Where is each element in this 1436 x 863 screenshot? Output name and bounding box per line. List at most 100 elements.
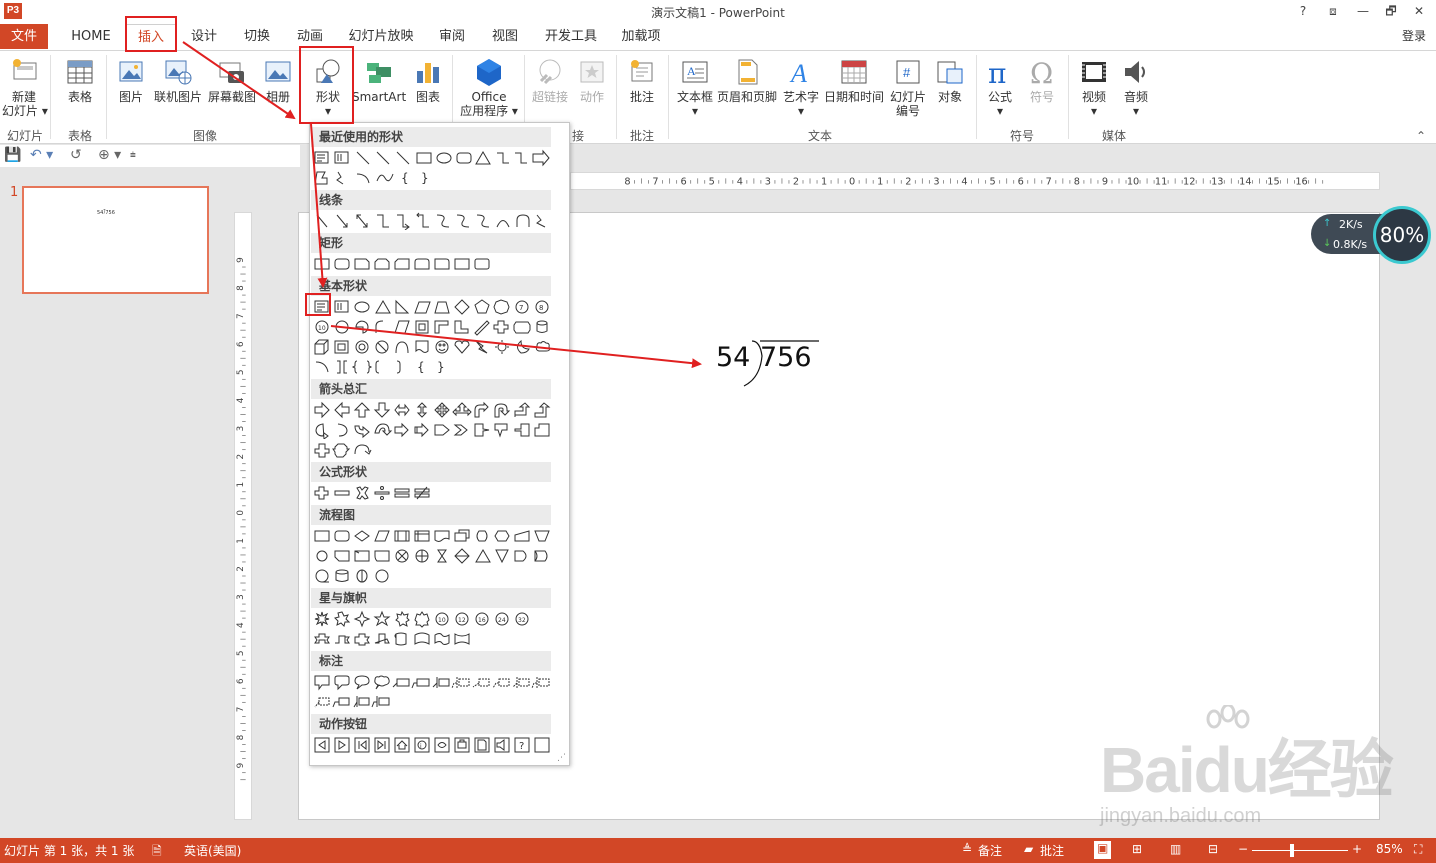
audio-button[interactable]: 音频 ▾ [1116, 55, 1156, 118]
restore-button[interactable]: 🗗 [1380, 2, 1402, 20]
svg-text:7: 7 [519, 304, 523, 312]
window-title: 演示文稿1 - PowerPoint [651, 6, 785, 20]
shape-row-basic-1[interactable]: 7 8 [313, 298, 553, 316]
shape-row-callouts-2[interactable] [313, 693, 553, 711]
shape-row-stars-1[interactable]: 10 12 16 24 32 [313, 610, 553, 628]
help-button[interactable]: ? [1292, 2, 1314, 20]
sign-in-link[interactable]: 登录 [1402, 27, 1426, 44]
vruler-label: 3 [236, 594, 246, 600]
vruler-label: 9 [236, 257, 246, 263]
fit-to-window-icon[interactable]: ⛶ [1414, 842, 1422, 857]
group-label-comments: 批注 [629, 129, 654, 143]
vruler-label: 1 [236, 482, 246, 488]
shape-row-basic-2[interactable]: 10 [313, 318, 553, 336]
vruler-label: 3 [236, 426, 246, 432]
tab-view[interactable]: 视图 [485, 24, 525, 49]
ribbon-display-options-button[interactable]: ⧈ [1322, 2, 1344, 20]
table-button[interactable]: 表格 [60, 55, 100, 104]
shape-row-basic-4[interactable]: {} [313, 358, 553, 376]
shape-row-equation[interactable] [313, 484, 553, 502]
svg-text:16: 16 [478, 617, 486, 624]
tab-slideshow[interactable]: 幻灯片放映 [344, 24, 418, 49]
tab-transitions[interactable]: 切换 [237, 24, 277, 49]
shape-row-arrows-1[interactable] [313, 401, 553, 419]
shape-row-basic-3[interactable] [313, 338, 553, 356]
shape-row-callouts-1[interactable] [313, 673, 553, 691]
save-icon[interactable]: 💾 [4, 147, 21, 163]
slide-thumbnail[interactable]: 54⟌756 [22, 186, 209, 294]
tab-design[interactable]: 设计 [184, 24, 224, 49]
zoom-slider-track[interactable] [1252, 850, 1348, 851]
minimize-button[interactable]: — [1352, 2, 1374, 20]
language-status[interactable]: 英语(美国) [184, 842, 241, 859]
datetime-button[interactable]: 日期和时间 [822, 55, 886, 104]
watermark-url: jingyan.baidu.com [1100, 805, 1262, 827]
tab-file[interactable]: 文件 [0, 24, 48, 49]
memory-gauge[interactable]: 80% [1373, 206, 1431, 264]
resize-grip-icon[interactable]: ⋰ [557, 753, 566, 763]
header-footer-button[interactable]: 页眉和页脚 [716, 55, 778, 104]
video-button[interactable]: 视频 ▾ [1074, 55, 1114, 118]
powerpoint-window: P3 演示文稿1 - PowerPoint ? ⧈ — 🗗 ✕ 文件 HOME … [0, 0, 1436, 863]
tab-review[interactable]: 审阅 [432, 24, 472, 49]
hyperlink-button[interactable]: 超链接 [528, 55, 572, 104]
symbol-button[interactable]: Ω 符号 [1024, 55, 1060, 104]
smartart-button[interactable]: SmartArt [352, 55, 406, 104]
photo-album-button[interactable]: 相册 [260, 55, 296, 104]
tab-addins[interactable]: 加载项 [616, 24, 666, 49]
zoom-slider-thumb[interactable] [1290, 844, 1294, 857]
shape-row-flowchart-3[interactable] [313, 567, 553, 585]
chart-button[interactable]: 图表 [410, 55, 446, 104]
close-button[interactable]: ✕ [1408, 2, 1430, 20]
shape-row-lines[interactable] [313, 212, 553, 230]
spell-check-icon[interactable]: 🗎 [152, 842, 162, 863]
category-block-arrows: 箭头总汇 [311, 379, 551, 399]
office-apps-button[interactable]: Office 应用程序 ▾ [456, 55, 522, 118]
notes-icon[interactable]: ≜ [962, 842, 972, 856]
screenshot-button[interactable]: 屏幕截图 [206, 55, 258, 104]
shape-row-flowchart-1[interactable] [313, 527, 553, 545]
svg-text:24: 24 [498, 617, 506, 624]
touch-mode-icon[interactable]: ⊕ ▾ [98, 147, 121, 163]
hruler-label: 1 [821, 177, 827, 188]
long-division-expression[interactable]: 54 756 [716, 338, 826, 388]
network-speed-widget[interactable]: ↑ 2K/s ↓ 0.8K/s 80% [1311, 206, 1431, 264]
textbox-button[interactable]: A 文本框 ▾ [674, 55, 716, 118]
customize-qat-icon[interactable]: ⩧ [130, 150, 136, 161]
shape-row-stars-2[interactable] [313, 630, 553, 648]
ribbon: 新建 幻灯片 ▾ 表格 图片 联机图片 屏幕截图 相册 形状 ▾ SmartAr… [0, 50, 1436, 144]
hruler-label: 9 [1102, 177, 1108, 188]
undo-icon[interactable]: ↶ ▾ [30, 147, 53, 163]
hruler-label: 11 [1155, 177, 1167, 188]
comments-button[interactable]: 批注 [1040, 842, 1064, 859]
hruler-label: 6 [1018, 177, 1024, 188]
notes-button[interactable]: 备注 [978, 842, 1002, 859]
tab-developer[interactable]: 开发工具 [540, 24, 602, 49]
new-slide-button[interactable]: 新建 幻灯片 ▾ [2, 55, 48, 118]
shape-row-recent-2[interactable]: {} [313, 169, 553, 187]
action-button[interactable]: 动作 [574, 55, 610, 104]
hruler-label: 14 [1239, 177, 1251, 188]
shape-row-arrows-3[interactable] [313, 441, 553, 459]
slide-number-button[interactable]: # 幻灯片 编号 [888, 55, 928, 118]
group-label-text: 文本 [807, 129, 832, 143]
online-picture-button[interactable]: 联机图片 [152, 55, 204, 104]
collapse-ribbon-icon[interactable]: ⌃ [1416, 129, 1426, 143]
picture-button[interactable]: 图片 [112, 55, 150, 104]
comments-icon[interactable]: ▰ [1024, 842, 1033, 856]
comment-button[interactable]: 批注 [624, 55, 660, 104]
shape-row-recent-1[interactable] [313, 149, 553, 167]
shape-row-flowchart-2[interactable] [313, 547, 553, 565]
tab-home[interactable]: HOME [62, 24, 120, 49]
thumbnail-content: 54⟌756 [97, 210, 115, 216]
hruler-label: 2 [793, 177, 799, 188]
vruler-label: 5 [236, 650, 246, 656]
shape-row-action-buttons[interactable]: i ? [313, 736, 553, 754]
shape-row-rectangles[interactable] [313, 255, 553, 273]
redo-icon[interactable]: ↺ [70, 147, 82, 163]
object-button[interactable]: 对象 [932, 55, 968, 104]
wordart-button[interactable]: A 艺术字 ▾ [780, 55, 822, 118]
shape-row-arrows-2[interactable] [313, 421, 553, 439]
svg-text:}: } [437, 360, 445, 374]
equation-button[interactable]: π 公式 ▾ [982, 55, 1018, 118]
